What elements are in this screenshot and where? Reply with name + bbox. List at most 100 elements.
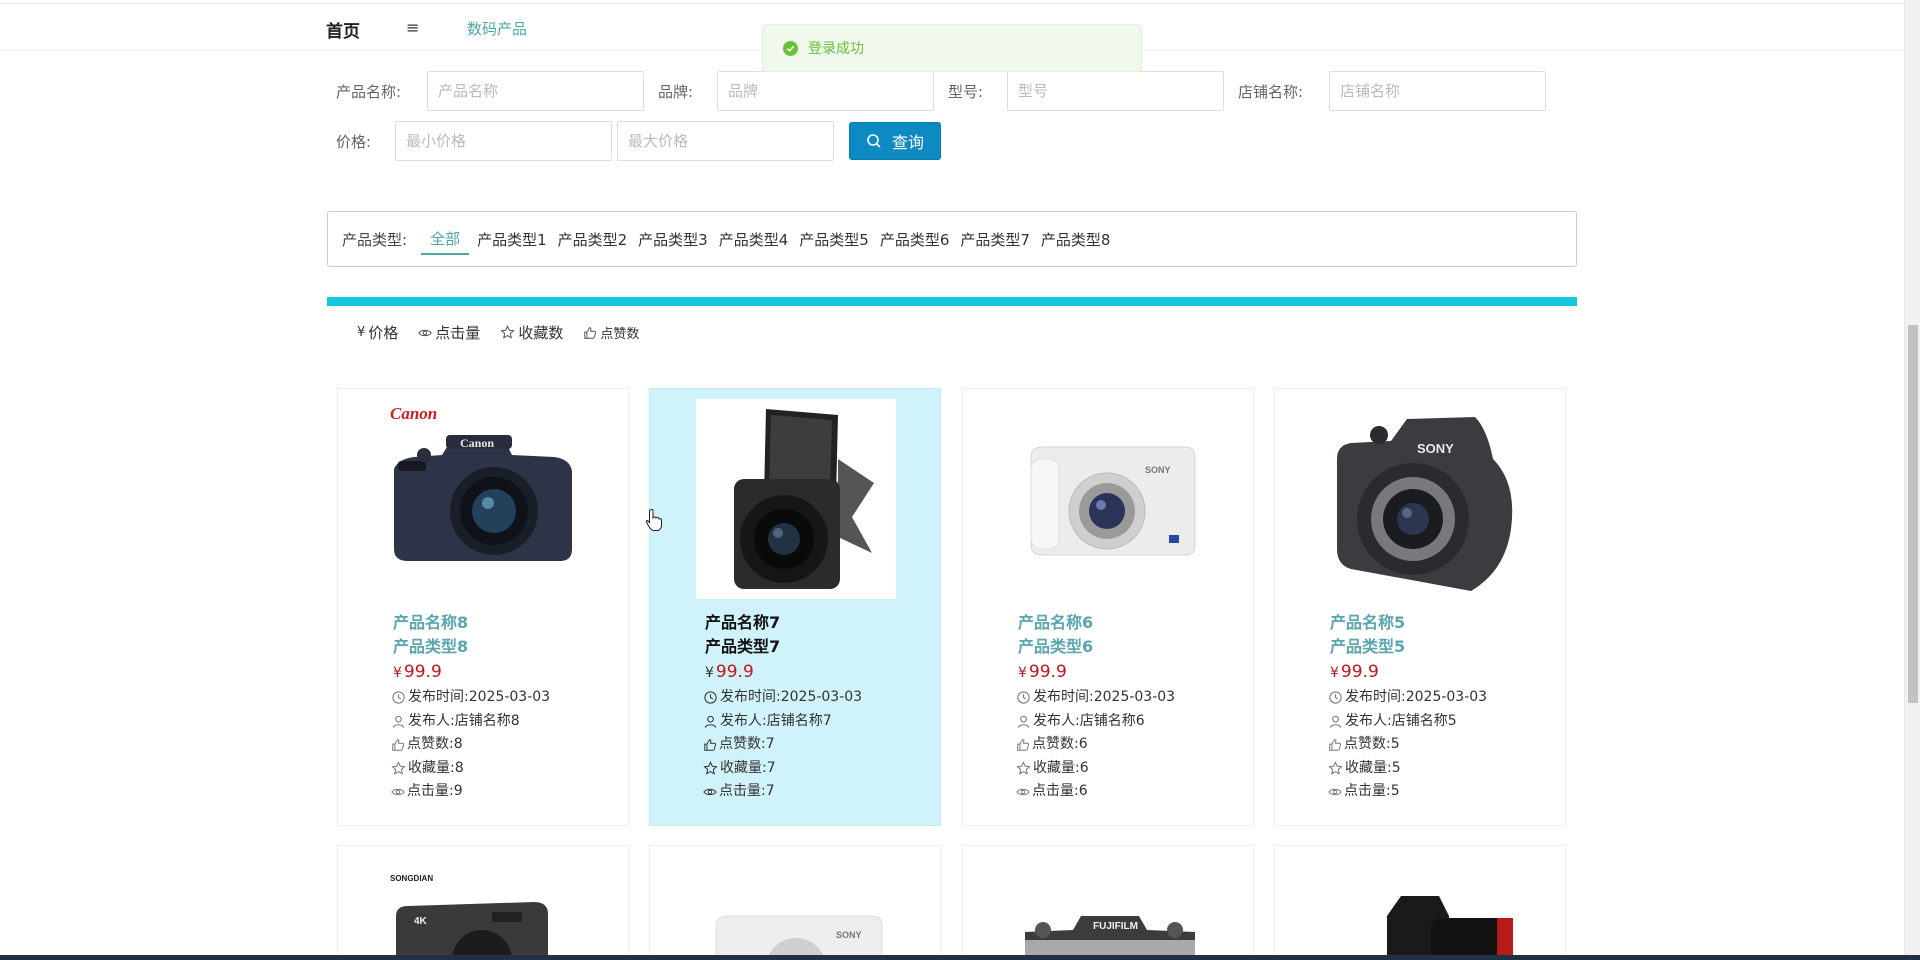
favorites-label: 收藏量: [720,759,767,776]
product-card-row2-2[interactable]: SONY [649,845,941,960]
likes-value: 8 [453,736,463,753]
max-price-input[interactable] [617,121,834,161]
price-label: 价格: [336,133,372,151]
camera-brand-text: SONY [1417,441,1454,456]
sort-clicks-label: 点击量 [435,324,481,342]
star-icon [703,761,718,775]
star-icon [391,761,406,775]
category-all[interactable]: 全部 [421,224,470,255]
product-name[interactable]: 产品名称7 [705,611,935,635]
product-name-input[interactable] [427,71,644,111]
publisher-label: 发布人: [408,712,455,729]
nav-home-link[interactable]: 首页 [326,17,360,42]
publish-date-label: 发布时间: [720,689,781,705]
product-image[interactable]: SONY [1321,399,1521,599]
likes-count: 点赞数: 5 [1328,733,1560,757]
mouse-pointer-hand-icon [645,509,662,531]
vertical-scrollbar[interactable] [1904,0,1920,960]
sort-by-favorites[interactable]: 收藏数 [500,322,563,343]
product-card-row2-1[interactable]: SONGDIAN 4K [337,845,629,960]
thumbs-up-icon [1329,739,1342,751]
sort-by-clicks[interactable]: 点击量 [418,322,480,343]
sort-by-likes[interactable]: 点赞数 [583,323,639,342]
sort-options: ¥ 价格 点击量 收藏数 点赞数 [357,322,659,343]
product-name[interactable]: 产品名称6 [1018,611,1248,635]
yen-symbol: ¥ [705,665,714,681]
clicks-value: 9 [453,783,463,800]
category-filter: 产品类型: 全部 产品类型1 产品类型2 产品类型3 产品类型4 产品类型5 产… [327,211,1577,267]
category-type-6[interactable]: 产品类型6 [880,225,950,254]
likes-label: 点赞数: [407,736,454,753]
shop-name-label: 店铺名称: [1238,83,1304,101]
product-image[interactable] [1321,856,1521,960]
category-type-3[interactable]: 产品类型3 [638,225,708,254]
publish-date: 发布时间: 2025-03-03 [703,686,935,710]
clicks-label: 点击量: [1032,783,1079,800]
brand-logo-text: Canon [390,404,437,423]
product-image[interactable] [696,399,896,599]
model-input[interactable] [1007,71,1224,111]
product-image[interactable]: Canon Canon [384,399,584,599]
likes-count: 点赞数: 6 [1016,733,1248,757]
category-type-1[interactable]: 产品类型1 [477,225,547,254]
search-button[interactable]: 查询 [849,122,941,160]
clicks-label: 点击量: [1344,783,1391,800]
min-price-input[interactable] [395,121,612,161]
brand-label: 品牌: [658,83,694,101]
product-card-6[interactable]: SONY 产品名称6 产品类型6 ¥99.9 发布时间: 2025-03-03 发… [962,388,1254,826]
category-type-2[interactable]: 产品类型2 [558,225,628,254]
bottom-edge-bar [0,955,1920,960]
scrollbar-thumb[interactable] [1908,325,1918,703]
favorites-count: 收藏量: 5 [1328,757,1560,781]
thumbs-up-icon [392,739,405,751]
product-image[interactable]: SONY [696,856,896,960]
price-value: 99.9 [1340,662,1379,682]
product-price: ¥99.9 [1330,659,1560,686]
nav-digital-products-link[interactable]: 数码产品 [467,18,527,39]
product-image[interactable]: SONGDIAN 4K [384,856,584,960]
menu-icon[interactable]: ≡ [406,18,419,37]
category-type-5[interactable]: 产品类型5 [799,225,869,254]
publisher-value: 店铺名称6 [1079,712,1145,729]
publish-date-value: 2025-03-03 [780,689,863,705]
likes-value: 7 [765,736,775,753]
favorites-count: 收藏量: 8 [391,757,623,781]
camera-brand-text: SONY [836,930,862,940]
product-image[interactable]: FUJIFILM [1009,856,1209,960]
category-label: 产品类型: [342,230,408,249]
product-card-5[interactable]: SONY 产品名称5 产品类型5 ¥99.9 发布时间: 2025-03-03 发… [1274,388,1566,826]
publish-date: 发布时间: 2025-03-03 [1328,686,1560,710]
product-card-7[interactable]: 产品名称7 产品类型7 ¥99.9 发布时间: 2025-03-03 发布人: 店铺… [649,388,941,826]
shop-name-input[interactable] [1329,71,1546,111]
product-name[interactable]: 产品名称8 [393,611,623,635]
clicks-count: 点击量: 9 [391,780,623,804]
yen-icon: ¥ [357,325,366,340]
category-type-4[interactable]: 产品类型4 [719,225,789,254]
product-price: ¥99.9 [705,659,935,686]
toast-message: 登录成功 [808,41,864,57]
product-name-label: 产品名称: [336,83,402,101]
product-image[interactable]: SONY [1009,399,1209,599]
product-card-row2-3[interactable]: FUJIFILM [962,845,1254,960]
favorites-label: 收藏量: [1033,759,1080,776]
category-type-7[interactable]: 产品类型7 [960,225,1030,254]
search-button-label: 查询 [891,133,924,152]
product-name[interactable]: 产品名称5 [1330,611,1560,635]
sort-by-price[interactable]: ¥ 价格 [357,322,398,343]
price-value: 99.9 [715,662,754,682]
likes-value: 5 [1390,736,1400,753]
brand-input[interactable] [717,71,934,111]
favorites-count: 收藏量: 7 [703,757,935,781]
price-value: 99.9 [1028,662,1067,682]
thumbs-up-icon [1017,739,1030,751]
product-card-8[interactable]: Canon Canon 产品名称8 产品类型8 ¥99.9 发布时间: 2025-… [337,388,629,826]
product-type: 产品类型6 [1018,637,1094,656]
user-icon [392,715,405,728]
product-price: ¥99.9 [393,659,623,686]
clicks-count: 点击量: 6 [1016,780,1248,804]
category-type-8[interactable]: 产品类型8 [1041,225,1111,254]
product-card-row2-4[interactable] [1274,845,1566,960]
publisher-label: 发布人: [720,712,767,729]
likes-label: 点赞数: [719,736,766,753]
publish-date-label: 发布时间: [408,689,469,705]
